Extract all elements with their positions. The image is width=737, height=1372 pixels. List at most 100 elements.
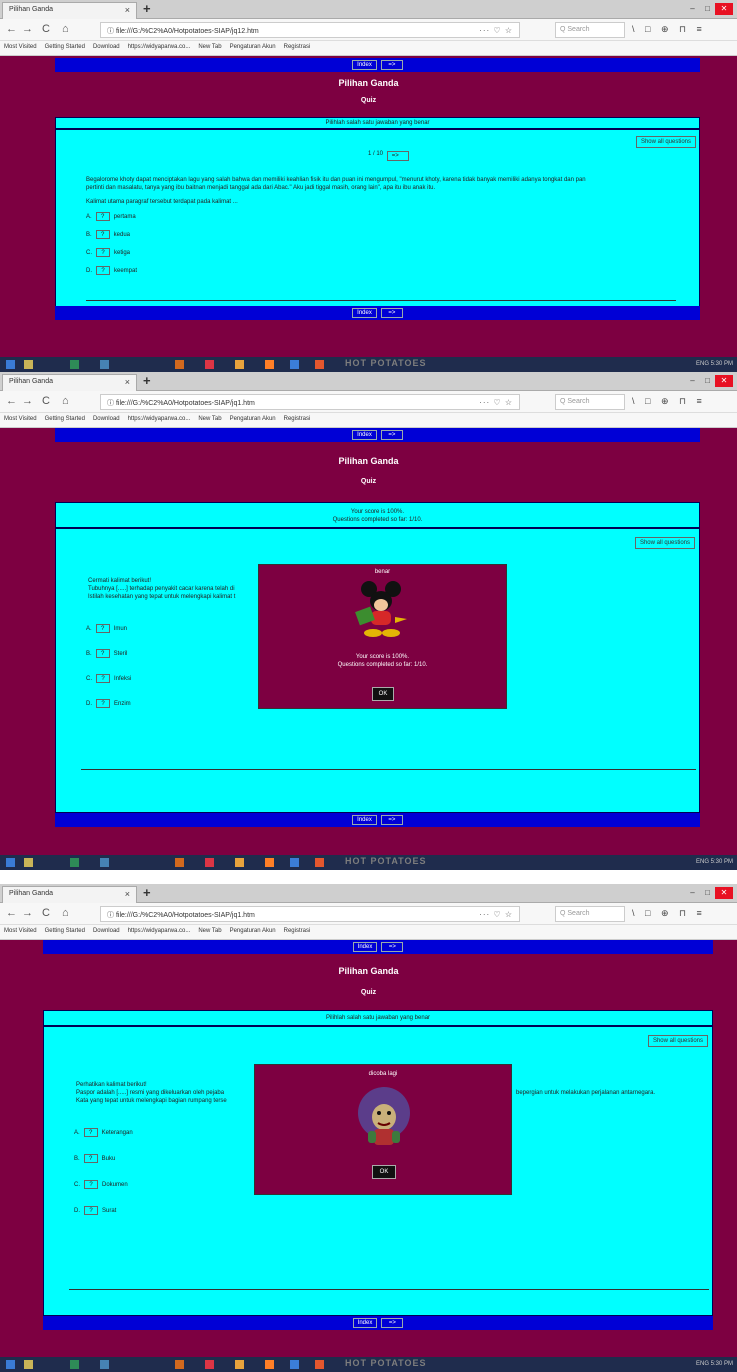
search-input[interactable]: Q Search <box>555 906 625 922</box>
toolbar-icons[interactable]: \ □ ⊕ ⊓ ≡ <box>632 24 706 35</box>
index-button[interactable]: Index <box>352 1318 378 1328</box>
reload-button[interactable]: C <box>42 23 50 35</box>
index-button[interactable]: Index <box>352 815 377 825</box>
new-tab-button[interactable]: + <box>143 373 151 388</box>
bookmark-item[interactable]: Pengaturan Akun <box>230 928 276 934</box>
next-button[interactable]: => <box>380 430 403 440</box>
home-button[interactable]: ⌂ <box>62 395 69 407</box>
maximize-button[interactable]: □ <box>700 3 715 15</box>
option-select-button[interactable]: ? <box>84 1206 98 1215</box>
reload-button[interactable]: C <box>42 907 50 919</box>
firefox-icon[interactable] <box>265 858 274 867</box>
bookmark-item[interactable]: Getting Started <box>45 928 85 934</box>
app-icon[interactable] <box>100 858 109 867</box>
toolbar-icons[interactable]: \ □ ⊕ ⊓ ≡ <box>632 396 706 407</box>
show-all-questions-button[interactable]: Show all questions <box>634 537 695 549</box>
show-all-questions-button[interactable]: Show all questions <box>635 136 696 148</box>
bookmark-item[interactable]: Pengaturan Akun <box>230 44 276 50</box>
option-select-button[interactable]: ? <box>83 1154 98 1163</box>
option-select-button[interactable]: ? <box>96 699 110 708</box>
ok-button[interactable]: OK <box>372 1165 396 1179</box>
app-icon[interactable] <box>315 858 324 867</box>
bookmark-item[interactable]: Most Visited <box>4 928 37 934</box>
back-button[interactable]: ← <box>6 23 17 35</box>
back-button[interactable]: ← <box>6 395 17 407</box>
app-icon[interactable] <box>235 858 244 867</box>
close-window-button[interactable]: ✕ <box>715 887 733 899</box>
app-icon[interactable] <box>235 360 244 369</box>
next-question-button[interactable]: => <box>386 151 409 161</box>
bookmark-item[interactable]: https://widyaparwa.co... <box>128 928 191 934</box>
app-icon[interactable] <box>235 1360 244 1369</box>
option-select-button[interactable]: ? <box>95 212 110 221</box>
search-input[interactable]: Q Search <box>555 22 625 38</box>
bookmark-item[interactable]: Download <box>93 44 120 50</box>
minimize-button[interactable]: – <box>685 887 700 899</box>
app-icon[interactable] <box>205 360 214 369</box>
start-icon[interactable] <box>6 360 15 369</box>
option-select-button[interactable]: ? <box>96 248 110 257</box>
browser-tab[interactable]: Pilihan Ganda × <box>2 2 137 19</box>
bookmark-item[interactable]: Most Visited <box>4 416 37 422</box>
option-select-button[interactable]: ? <box>83 1128 98 1137</box>
app-icon[interactable] <box>175 1360 184 1369</box>
tab-close-icon[interactable]: × <box>125 5 130 15</box>
browser-tab[interactable]: Pilihan Ganda × <box>2 886 137 903</box>
app-label[interactable]: HOT POTATOES <box>345 856 427 866</box>
next-button[interactable]: => <box>380 308 403 318</box>
app-label[interactable]: HOT POTATOES <box>345 1358 427 1368</box>
app-icon[interactable] <box>205 1360 214 1369</box>
app-icon[interactable] <box>24 858 33 867</box>
word-icon[interactable] <box>290 858 299 867</box>
new-tab-button[interactable]: + <box>143 1 151 16</box>
option-select-button[interactable]: ? <box>96 674 110 683</box>
forward-button[interactable]: → <box>22 907 33 919</box>
toolbar-icons[interactable]: \ □ ⊕ ⊓ ≡ <box>632 908 706 919</box>
page-actions-icon[interactable]: ··· ♡ ☆ <box>479 398 513 408</box>
bookmark-item[interactable]: Pengaturan Akun <box>230 416 276 422</box>
bookmark-item[interactable]: Most Visited <box>4 44 37 50</box>
next-button[interactable]: => <box>381 1318 404 1328</box>
close-window-button[interactable]: ✕ <box>715 375 733 387</box>
index-button[interactable]: Index <box>352 308 377 318</box>
forward-button[interactable]: → <box>22 23 33 35</box>
address-bar[interactable]: ⓘ file:///G:/%C2%A0/Hotpotatoes-SIAP/jq1… <box>100 906 520 922</box>
reload-button[interactable]: C <box>42 395 50 407</box>
start-icon[interactable] <box>6 1360 15 1369</box>
bookmark-item[interactable]: New Tab <box>198 928 221 934</box>
app-icon[interactable] <box>70 858 79 867</box>
ok-button[interactable]: OK <box>372 687 394 701</box>
minimize-button[interactable]: – <box>685 375 700 387</box>
option-select-button[interactable]: ? <box>95 624 110 633</box>
new-tab-button[interactable]: + <box>143 885 151 900</box>
search-input[interactable]: Q Search <box>555 394 625 410</box>
address-bar[interactable]: ⓘ file:///G:/%C2%A0/Hotpotatoes-SIAP/jq1… <box>100 394 520 410</box>
next-button[interactable]: => <box>380 60 403 70</box>
app-icon[interactable] <box>24 1360 33 1369</box>
system-tray[interactable]: ENG 5:30 PM <box>696 1361 733 1367</box>
firefox-icon[interactable] <box>265 1360 274 1369</box>
bookmark-item[interactable]: Download <box>93 416 120 422</box>
page-actions-icon[interactable]: ··· ♡ ☆ <box>479 910 513 920</box>
option-select-button[interactable]: ? <box>95 230 110 239</box>
bookmark-item[interactable]: New Tab <box>198 416 221 422</box>
home-button[interactable]: ⌂ <box>62 23 69 35</box>
close-window-button[interactable]: ✕ <box>715 3 733 15</box>
word-icon[interactable] <box>290 1360 299 1369</box>
bookmark-item[interactable]: https://widyaparwa.co... <box>128 44 191 50</box>
app-icon[interactable] <box>100 360 109 369</box>
word-icon[interactable] <box>290 360 299 369</box>
index-button[interactable]: Index <box>352 942 378 952</box>
firefox-icon[interactable] <box>265 360 274 369</box>
bookmark-item[interactable]: Registrasi <box>284 416 311 422</box>
back-button[interactable]: ← <box>6 907 17 919</box>
system-tray[interactable]: ENG 5:30 PM <box>696 859 733 865</box>
home-button[interactable]: ⌂ <box>62 907 69 919</box>
option-select-button[interactable]: ? <box>84 1180 98 1189</box>
tab-close-icon[interactable]: × <box>125 889 130 899</box>
minimize-button[interactable]: – <box>685 3 700 15</box>
bookmark-item[interactable]: https://widyaparwa.co... <box>128 416 191 422</box>
bookmark-item[interactable]: Getting Started <box>45 44 85 50</box>
app-icon[interactable] <box>70 1360 79 1369</box>
browser-tab[interactable]: Pilihan Ganda × <box>2 374 137 391</box>
